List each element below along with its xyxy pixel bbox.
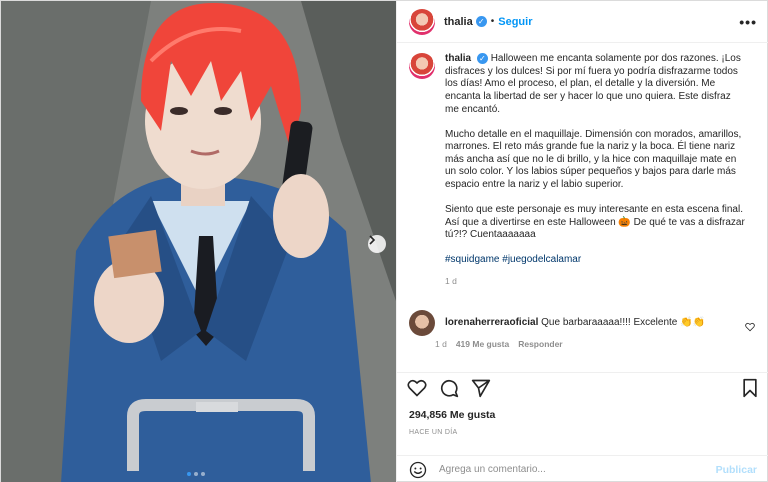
post-photo[interactable] xyxy=(1,1,396,482)
caption-username[interactable]: thalia xyxy=(445,53,471,64)
likes-count[interactable]: 294,856 Me gusta xyxy=(409,409,495,421)
action-bar xyxy=(397,372,768,402)
caption: thalia ✓ Halloween me encanta solamente … xyxy=(409,53,757,288)
reply-button[interactable]: Responder xyxy=(518,339,562,349)
photo-illustration xyxy=(1,1,396,482)
more-icon[interactable]: ••• xyxy=(739,14,757,30)
comment-text: lorenaherreraoficial Que barbaraaaaa!!!!… xyxy=(445,317,705,330)
carousel-indicator xyxy=(187,472,205,476)
caption-paragraph-2: Mucho detalle en el maquillaje. Dimensió… xyxy=(445,128,742,190)
post-timestamp[interactable]: HACE UN DÍA xyxy=(409,429,457,436)
caption-time[interactable]: 1 d xyxy=(445,275,745,288)
comment-icon[interactable] xyxy=(439,378,459,398)
bookmark-icon[interactable] xyxy=(741,378,759,398)
comment-item: lorenaherreraoficial Que barbaraaaaa!!!!… xyxy=(409,310,757,349)
comment-body: lorenaherreraoficial Que barbaraaaaa!!!!… xyxy=(435,310,705,349)
publish-button[interactable]: Publicar xyxy=(716,464,757,476)
chevron-right-icon xyxy=(369,235,376,245)
heart-icon[interactable] xyxy=(407,378,427,398)
carousel-dot xyxy=(194,472,198,476)
comment-input[interactable] xyxy=(439,464,716,475)
comment-message: Que barbaraaaaa!!!! Excelente 👏👏 xyxy=(541,317,706,329)
emoji-icon[interactable] xyxy=(409,461,427,479)
author-avatar[interactable] xyxy=(409,8,435,35)
share-icon[interactable] xyxy=(471,378,491,398)
commenter-username[interactable]: lorenaherreraoficial xyxy=(445,317,538,328)
comment-likes[interactable]: 419 Me gusta xyxy=(456,339,509,349)
post-sidebar: thalia ✓ • Seguir ••• thalia ✓ Halloween… xyxy=(396,1,768,482)
post-header: thalia ✓ • Seguir ••• xyxy=(397,1,768,43)
verified-badge-icon: ✓ xyxy=(475,16,487,27)
comments-section: thalia ✓ Halloween me encanta solamente … xyxy=(397,53,768,371)
caption-paragraph-3: Siento que este personaje es muy interes… xyxy=(445,204,745,241)
comment-time[interactable]: 1 d xyxy=(435,339,447,349)
carousel-dot-active xyxy=(187,472,191,476)
author-username[interactable]: thalia xyxy=(444,16,473,28)
follow-button[interactable]: Seguir xyxy=(498,16,532,28)
verified-badge-icon: ✓ xyxy=(476,53,488,64)
carousel-dot xyxy=(201,472,205,476)
separator: • xyxy=(490,16,495,27)
caption-text: thalia ✓ Halloween me encanta solamente … xyxy=(445,53,745,288)
instagram-post: thalia ✓ • Seguir ••• thalia ✓ Halloween… xyxy=(0,0,768,482)
comment-like-heart-icon[interactable] xyxy=(745,322,755,332)
commenter-avatar[interactable] xyxy=(409,310,435,337)
caption-avatar[interactable] xyxy=(409,53,435,79)
next-slide-button[interactable] xyxy=(368,235,386,253)
add-comment-bar: Publicar xyxy=(397,455,768,482)
comment-meta: 1 d 419 Me gusta Responder xyxy=(435,339,705,349)
caption-paragraph-1: Halloween me encanta solamente por dos r… xyxy=(445,53,741,115)
caption-hashtags[interactable]: #squidgame #juegodelcalamar xyxy=(445,254,745,267)
